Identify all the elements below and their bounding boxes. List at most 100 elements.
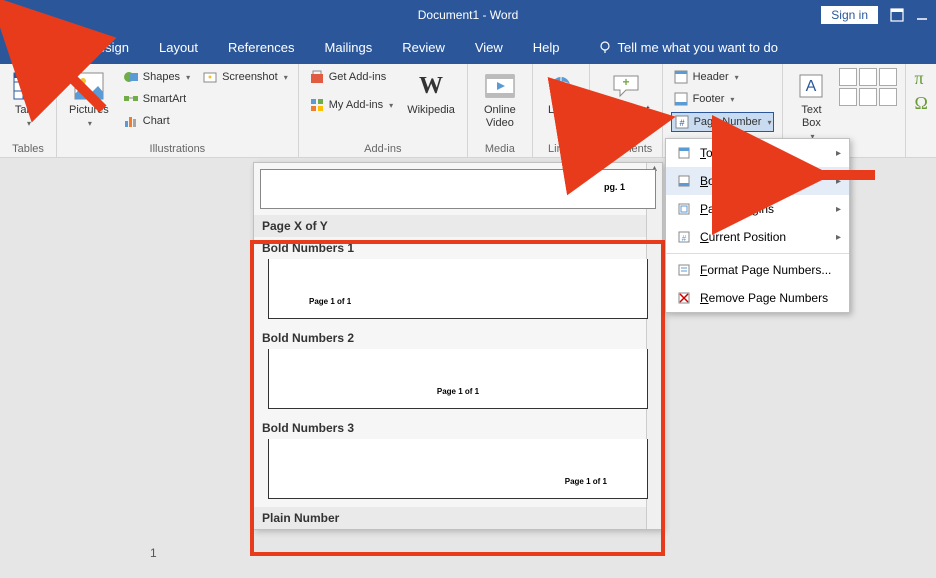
page-margins-icon [676, 201, 692, 217]
annotation-red-box [250, 240, 665, 556]
smartart-button[interactable]: SmartArt [121, 90, 192, 108]
screenshot-button[interactable]: Screenshot▾ [200, 68, 290, 86]
lightbulb-icon [598, 40, 612, 54]
my-addins-button[interactable]: My Add-ins▾ [307, 96, 395, 114]
group-addins-label: Add-ins [307, 143, 459, 155]
sign-in-button[interactable]: Sign in [821, 6, 878, 24]
equation-button[interactable]: π [914, 68, 927, 89]
tab-view[interactable]: View [461, 30, 517, 64]
tab-help[interactable]: Help [519, 30, 574, 64]
group-illustrations-label: Illustrations [65, 143, 290, 155]
group-illustrations: Pictures▾ Shapes▾ SmartArt Chart [57, 64, 299, 157]
submenu-arrow-icon: ▸ [836, 148, 841, 159]
svg-text:+: + [622, 75, 629, 89]
link-icon [545, 70, 577, 102]
minimize-icon[interactable] [916, 9, 928, 21]
pn-bottom-of-page[interactable]: Bottom of Page ▸ [666, 167, 849, 195]
group-links: Links▾ Links [533, 64, 590, 157]
group-addins: Get Add-ins My Add-ins▾ W Wikipedia Add-… [299, 64, 468, 157]
video-icon [484, 70, 516, 102]
shapes-icon [123, 69, 139, 85]
menu-separator [666, 253, 849, 254]
symbol-button[interactable]: Ω [914, 93, 927, 114]
footer-icon [673, 91, 689, 107]
remove-numbers-icon [676, 290, 692, 306]
video-label: Online Video [480, 104, 520, 130]
svg-text:#: # [682, 234, 687, 243]
pictures-icon [73, 70, 105, 102]
comment-button[interactable]: + Comment [598, 68, 654, 119]
get-addins-button[interactable]: Get Add-ins [307, 68, 395, 86]
group-comments-label: Comments [598, 143, 654, 155]
group-comments: + Comment Comments [590, 64, 663, 157]
pn-top-of-page[interactable]: Top of Page ▸ [666, 139, 849, 167]
store-icon [309, 69, 325, 85]
tab-references[interactable]: References [214, 30, 308, 64]
object-button[interactable] [879, 88, 897, 106]
group-media: Online Video Media [468, 64, 533, 157]
pn-page-margins[interactable]: Page Margins ▸ [666, 195, 849, 223]
svg-text:#: # [679, 118, 684, 128]
group-links-label: Links [541, 143, 581, 155]
page-number-button[interactable]: # Page Number▾ [671, 112, 775, 132]
header-icon [673, 69, 689, 85]
gallery-top-preview[interactable]: pg. 1 [260, 169, 656, 209]
page-number-menu: Top of Page ▸ Bottom of Page ▸ Page Marg… [665, 138, 850, 313]
tell-me-label: Tell me what you want to do [618, 40, 778, 55]
addins-icon [309, 97, 325, 113]
format-numbers-icon [676, 262, 692, 278]
pn-format-numbers[interactable]: Format Page Numbers... [666, 256, 849, 284]
table-button[interactable]: Table▾ [8, 68, 48, 132]
tab-layout[interactable]: Layout [145, 30, 212, 64]
wikipedia-button[interactable]: W Wikipedia [403, 68, 459, 119]
window-controls: Sign in [821, 6, 928, 24]
smartart-icon [123, 91, 139, 107]
group-symbols: π Ω [906, 64, 935, 157]
text-box-button[interactable]: A Text Box▾ [791, 68, 831, 146]
gallery-section-header: Page X of Y [254, 215, 662, 237]
group-tables-label: Tables [8, 143, 48, 155]
current-position-icon: # [676, 229, 692, 245]
signature-button[interactable] [839, 88, 857, 106]
links-button[interactable]: Links▾ [541, 68, 581, 132]
group-media-label: Media [476, 143, 524, 155]
shapes-button[interactable]: Shapes▾ [121, 68, 192, 86]
tell-me-search[interactable]: Tell me what you want to do [584, 30, 792, 64]
bottom-of-page-icon [676, 173, 692, 189]
table-icon [12, 70, 44, 102]
submenu-arrow-icon: ▸ [836, 232, 841, 243]
submenu-arrow-icon: ▸ [836, 176, 841, 187]
date-time-button[interactable] [859, 88, 877, 106]
pn-current-position[interactable]: # Current Position ▸ [666, 223, 849, 251]
links-label: Links▾ [548, 104, 574, 130]
page-number-indicator: 1 [150, 546, 157, 560]
text-mini-buttons [839, 68, 897, 106]
quick-parts-button[interactable] [839, 68, 857, 86]
pictures-label: Pictures▾ [69, 104, 109, 130]
page-number-icon: # [674, 114, 690, 130]
tab-design[interactable]: Design [75, 30, 143, 64]
tab-insert[interactable]: Insert [12, 30, 73, 64]
ribbon-tabs: Insert Design Layout References Mailings… [0, 30, 936, 64]
drop-cap-button[interactable] [879, 68, 897, 86]
text-box-icon: A [795, 70, 827, 102]
pn-remove-numbers[interactable]: Remove Page Numbers [666, 284, 849, 312]
title-bar: Document1 - Word Sign in [0, 0, 936, 30]
submenu-arrow-icon: ▸ [836, 204, 841, 215]
group-tables: Table▾ Tables [0, 64, 57, 157]
tab-mailings[interactable]: Mailings [311, 30, 387, 64]
header-button[interactable]: Header▾ [671, 68, 775, 86]
tab-review[interactable]: Review [388, 30, 459, 64]
comment-icon: + [610, 70, 642, 102]
wikipedia-icon: W [415, 70, 447, 102]
chart-icon [123, 113, 139, 129]
pictures-button[interactable]: Pictures▾ [65, 68, 113, 132]
wordart-button[interactable] [859, 68, 877, 86]
ribbon-display-icon[interactable] [890, 8, 904, 22]
screenshot-icon [202, 69, 218, 85]
chart-button[interactable]: Chart [121, 112, 192, 130]
table-label: Table▾ [15, 104, 41, 130]
top-of-page-icon [676, 145, 692, 161]
online-video-button[interactable]: Online Video [476, 68, 524, 132]
footer-button[interactable]: Footer▾ [671, 90, 775, 108]
